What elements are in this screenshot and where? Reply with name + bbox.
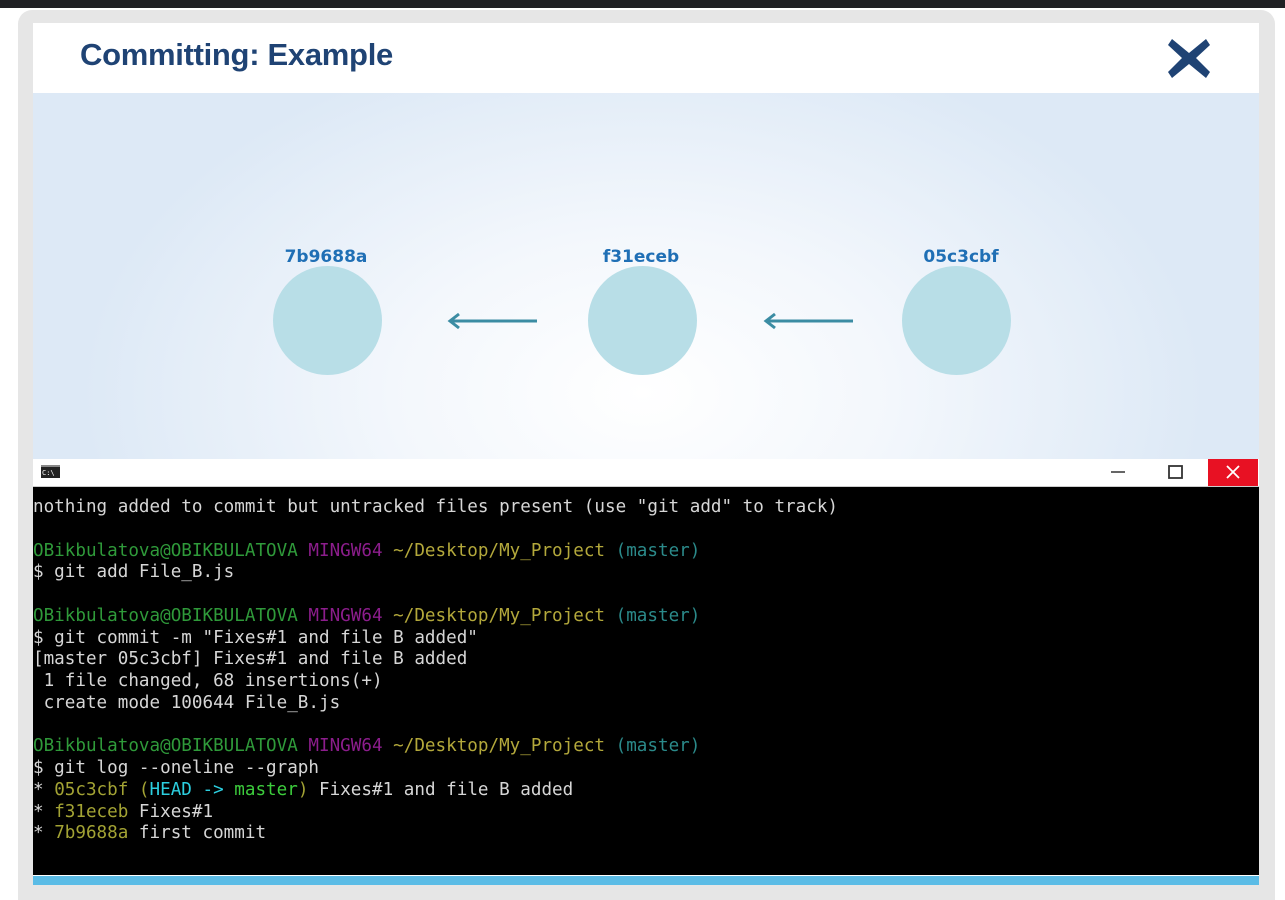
terminal-text: create mode 100644 File_B.js <box>33 692 341 713</box>
commit-hash-label: f31eceb <box>602 247 680 267</box>
minimize-icon <box>1111 471 1125 473</box>
terminal-text: ) <box>297 779 309 800</box>
terminal-text: (master) <box>615 605 701 626</box>
terminal-close-button[interactable] <box>1208 459 1258 486</box>
cmd-icon: C:\ <box>41 465 60 478</box>
terminal-text: nothing added to commit but untracked fi… <box>33 497 839 517</box>
terminal-line: OBikbulatova@OBIKBULATOVA MINGW64 ~/Desk… <box>33 541 1259 563</box>
close-button[interactable] <box>1166 35 1212 81</box>
terminal-text: 7b9688a <box>54 823 129 844</box>
modal-header: Committing: Example <box>33 23 1259 93</box>
terminal-output[interactable]: nothing added to commit but untracked fi… <box>33 487 1259 885</box>
terminal-line: [master 05c3cbf] Fixes#1 and file B adde… <box>33 649 1259 671</box>
terminal-titlebar: C:\ <box>33 459 1259 487</box>
terminal-text: MINGW64 <box>308 605 394 626</box>
terminal-text: $ git commit -m "Fixes#1 and file B adde… <box>33 627 478 648</box>
parent-arrow-icon <box>763 312 853 330</box>
commit-hash-label: 05c3cbf <box>923 247 999 267</box>
terminal-text: ~/Desktop/My_Project <box>393 540 616 561</box>
terminal-text: MINGW64 <box>308 736 394 757</box>
terminal-line: nothing added to commit but untracked fi… <box>33 497 1259 519</box>
terminal-line: * f31eceb Fixes#1 <box>33 802 1259 824</box>
minimize-button[interactable] <box>1093 459 1143 486</box>
progress-bar <box>33 876 1259 885</box>
terminal-text: HEAD -> <box>149 779 235 800</box>
browser-top-bar <box>0 0 1285 8</box>
terminal-line: OBikbulatova@OBIKBULATOVA MINGW64 ~/Desk… <box>33 606 1259 628</box>
terminal-text: (master) <box>615 540 701 561</box>
commit-node <box>588 266 697 375</box>
terminal-text: MINGW64 <box>308 540 394 561</box>
terminal-text: OBikbulatova@OBIKBULATOVA <box>33 736 309 757</box>
terminal-text: * <box>33 801 55 822</box>
terminal-text: OBikbulatova@OBIKBULATOVA <box>33 540 309 561</box>
terminal-text: first commit <box>128 823 267 844</box>
terminal-text: OBikbulatova@OBIKBULATOVA <box>33 605 309 626</box>
commit-node <box>273 266 382 375</box>
terminal-line: OBikbulatova@OBIKBULATOVA MINGW64 ~/Desk… <box>33 736 1259 758</box>
terminal-line: $ git add File_B.js <box>33 562 1259 584</box>
terminal-text: master <box>234 779 298 800</box>
terminal-text: $ git log --oneline --graph <box>33 758 319 778</box>
maximize-button[interactable] <box>1150 459 1200 486</box>
terminal-text: [master 05c3cbf] Fixes#1 and file B adde… <box>33 649 468 670</box>
terminal-line: * 7b9688a first commit <box>33 823 1259 845</box>
terminal-text: Fixes#1 and file B added <box>308 779 574 800</box>
terminal-text: f31eceb <box>54 801 129 822</box>
terminal-line: * 05c3cbf (HEAD -> master) Fixes#1 and f… <box>33 780 1259 802</box>
terminal-line: create mode 100644 File_B.js <box>33 693 1259 715</box>
commit-diagram: 7b9688a f31eceb 05c3cbf <box>33 93 1259 459</box>
modal: Committing: Example 7b9688a f31eceb 05c3… <box>33 23 1259 885</box>
terminal-line: $ git log --oneline --graph <box>33 758 1259 780</box>
close-x-icon <box>1168 39 1210 78</box>
terminal-line: 1 file changed, 68 insertions(+) <box>33 671 1259 693</box>
terminal-text: $ git add File_B.js <box>33 562 235 583</box>
parent-arrow-icon <box>447 312 537 330</box>
commit-hash-label: 7b9688a <box>284 247 368 267</box>
terminal-text: ~/Desktop/My_Project <box>393 736 616 757</box>
terminal-text: * <box>33 779 55 800</box>
terminal-text: ~/Desktop/My_Project <box>393 605 616 626</box>
terminal-text: 05c3cbf ( <box>54 779 150 800</box>
terminal-line: $ git commit -m "Fixes#1 and file B adde… <box>33 628 1259 650</box>
page-title: Committing: Example <box>80 37 393 72</box>
maximize-icon <box>1168 465 1183 479</box>
terminal-text: Fixes#1 <box>128 801 214 822</box>
terminal-text: (master) <box>615 736 701 757</box>
close-icon <box>1226 465 1240 479</box>
terminal-text: * <box>33 823 55 844</box>
terminal-text: 1 file changed, 68 insertions(+) <box>33 671 383 691</box>
commit-node <box>902 266 1011 375</box>
